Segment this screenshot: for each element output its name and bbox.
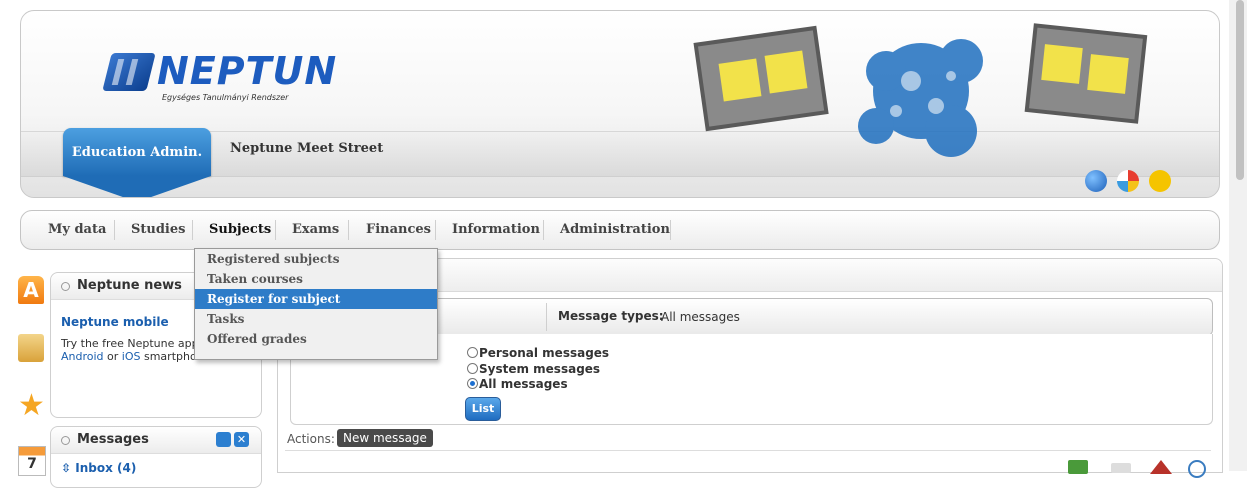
inbox-label: Inbox (4)	[75, 461, 137, 475]
actions-label: Actions:	[287, 432, 335, 446]
news-title: Neptune news	[77, 278, 182, 293]
collapse-circle-icon[interactable]	[61, 282, 70, 291]
message-types-value: All messages	[661, 310, 740, 324]
close-icon[interactable]: ✕	[234, 432, 249, 447]
nav-divider	[435, 220, 436, 240]
nav-divider	[275, 220, 276, 240]
education-admin-tab[interactable]: Education Admin.	[63, 128, 211, 197]
accessibility-icon[interactable]	[1149, 170, 1171, 192]
scrollbar-thumb[interactable]	[1236, 0, 1244, 180]
or-text: or	[103, 350, 122, 363]
nav-divider	[192, 220, 193, 240]
color-theme-icon[interactable]	[1117, 170, 1139, 192]
menu-item-tasks[interactable]: Tasks	[195, 309, 437, 329]
radio-personal-messages[interactable]: Personal messages	[467, 345, 609, 361]
globe-icon[interactable]	[1085, 170, 1107, 192]
star-icon[interactable]: ★	[18, 391, 45, 421]
radio-label: Personal messages	[479, 346, 610, 360]
nav-divider	[348, 220, 349, 240]
header-banner: NEPTUN Egységes Tanulmányi Rendszer Educ…	[20, 10, 1220, 198]
search-icon[interactable]	[1188, 460, 1206, 478]
calendar-icon[interactable]: 7	[18, 446, 46, 476]
messages-box: Messages ✕ ⇳ Inbox (4)	[50, 426, 262, 488]
radio-button[interactable]	[467, 347, 478, 358]
menu-item-register-for-subject[interactable]: Register for subject	[195, 289, 437, 309]
radio-label: All messages	[479, 377, 568, 391]
menu-item-taken-courses[interactable]: Taken courses	[195, 269, 437, 289]
font-a-icon[interactable]: A	[18, 276, 44, 304]
envelope-icon[interactable]	[18, 334, 44, 362]
nav-subjects[interactable]: Subjects	[209, 211, 271, 249]
radio-all-messages[interactable]: All messages	[467, 376, 568, 392]
site-name: Neptune Meet Street	[230, 141, 384, 156]
nav-exams[interactable]: Exams	[292, 211, 339, 249]
collapse-circle-icon[interactable]	[61, 436, 70, 445]
education-admin-label: Education Admin.	[71, 144, 203, 160]
news-body-suffix: smartpho	[140, 350, 197, 363]
logo-title: NEPTUN	[157, 49, 338, 93]
menu-item-offered-grades[interactable]: Offered grades	[195, 329, 437, 349]
radio-label: System messages	[479, 362, 601, 376]
inbox-link[interactable]: ⇳ Inbox (4)	[61, 461, 136, 475]
nav-divider	[114, 220, 115, 240]
main-nav: My data Studies Subjects Exams Finances …	[20, 210, 1220, 250]
messages-box-title: Messages ✕	[51, 427, 261, 454]
android-link[interactable]: Android	[61, 350, 104, 363]
news-headline[interactable]: Neptune mobile	[61, 315, 169, 329]
neptun-logo-icon	[102, 53, 156, 91]
message-types-label: Message types:	[558, 309, 664, 323]
nav-my-data[interactable]: My data	[48, 211, 106, 249]
nav-divider	[670, 220, 671, 240]
menu-item-registered-subjects[interactable]: Registered subjects	[195, 249, 437, 269]
logo-subtitle: Egységes Tanulmányi Rendszer	[162, 93, 289, 102]
refresh-icon[interactable]	[216, 432, 231, 447]
nav-information[interactable]: Information	[452, 211, 540, 249]
subjects-dropdown-menu: Registered subjects Taken courses Regist…	[194, 248, 438, 360]
list-button[interactable]: List	[465, 397, 501, 421]
nav-studies[interactable]: Studies	[131, 211, 185, 249]
nav-finances[interactable]: Finances	[366, 211, 431, 249]
radio-system-messages[interactable]: System messages	[467, 361, 600, 377]
messages-title: Messages	[77, 432, 149, 447]
filter-divider	[546, 303, 547, 331]
news-body-line1: Try the free Neptune app	[61, 337, 199, 350]
inbox-icon: ⇳	[61, 461, 76, 475]
radio-button[interactable]	[467, 363, 478, 374]
actions-divider	[285, 450, 1211, 451]
ios-link[interactable]: iOS	[122, 350, 141, 363]
new-message-button[interactable]: New message	[337, 429, 433, 447]
header-artwork	[693, 23, 1148, 157]
nav-divider	[543, 220, 544, 240]
radio-button-checked[interactable]	[467, 378, 478, 389]
print-icon[interactable]	[1111, 463, 1131, 473]
nav-administration[interactable]: Administration	[560, 211, 670, 249]
excel-export-icon[interactable]	[1068, 460, 1088, 474]
news-body-line2: Android or iOS smartpho	[61, 350, 197, 363]
